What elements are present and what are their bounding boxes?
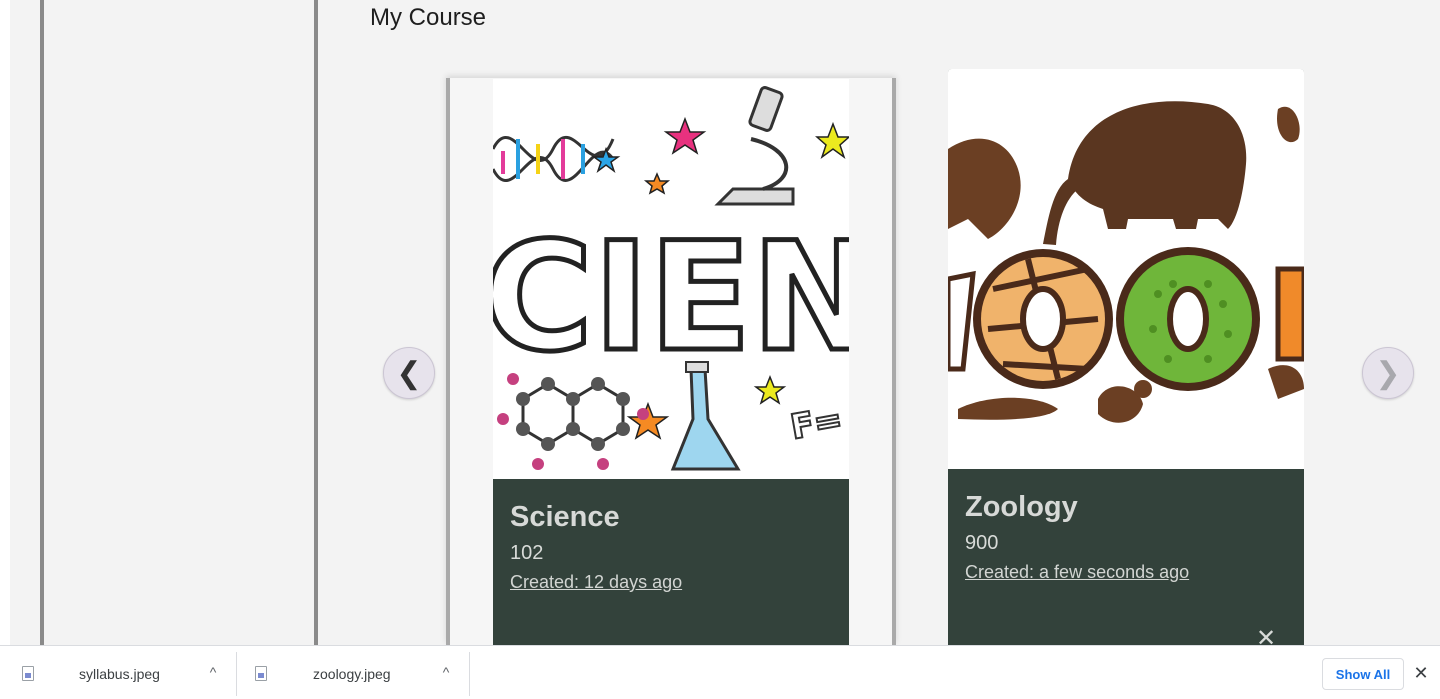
show-all-button[interactable]: Show All bbox=[1322, 658, 1404, 690]
carousel-next-button[interactable]: ❯ bbox=[1362, 347, 1414, 399]
image-file-icon bbox=[255, 666, 267, 681]
chevron-up-icon[interactable]: ^ bbox=[438, 664, 454, 680]
course-card-science[interactable]: CIENC F= Science 102 Created: 12 days ag… bbox=[493, 79, 849, 645]
course-created-link[interactable]: Created: a few seconds ago bbox=[965, 562, 1189, 583]
sidebar bbox=[40, 0, 318, 645]
close-icon[interactable]: ✕ bbox=[1411, 663, 1431, 683]
close-icon[interactable]: ✕ bbox=[1254, 627, 1278, 646]
course-title: Science bbox=[510, 501, 620, 533]
download-item-syllabus[interactable]: syllabus.jpeg ^ bbox=[0, 646, 236, 699]
course-title: Zoology bbox=[965, 491, 1078, 523]
download-file-name: zoology.jpeg bbox=[313, 666, 391, 682]
chevron-up-icon[interactable]: ^ bbox=[205, 664, 221, 680]
carousel-prev-button[interactable]: ❮ bbox=[383, 347, 435, 399]
course-image-science: CIENC F= bbox=[493, 79, 849, 479]
download-file-name: syllabus.jpeg bbox=[79, 666, 160, 682]
download-separator bbox=[469, 652, 470, 696]
download-bar: syllabus.jpeg ^ zoology.jpeg ^ Show All … bbox=[0, 645, 1440, 699]
image-file-icon bbox=[22, 666, 34, 681]
window-edge bbox=[0, 0, 10, 645]
course-code: 102 bbox=[510, 542, 544, 564]
course-card-zoology[interactable]: Zoology 900 Created: a few seconds ago ✕ bbox=[948, 69, 1304, 645]
page-title: My Course bbox=[370, 4, 487, 31]
course-created-link[interactable]: Created: 12 days ago bbox=[510, 572, 682, 593]
course-code: 900 bbox=[965, 532, 999, 554]
course-image-zoology bbox=[948, 69, 1304, 469]
science-image-lettering: CIENC bbox=[493, 211, 849, 385]
download-item-zoology[interactable]: zoology.jpeg ^ bbox=[237, 646, 469, 699]
